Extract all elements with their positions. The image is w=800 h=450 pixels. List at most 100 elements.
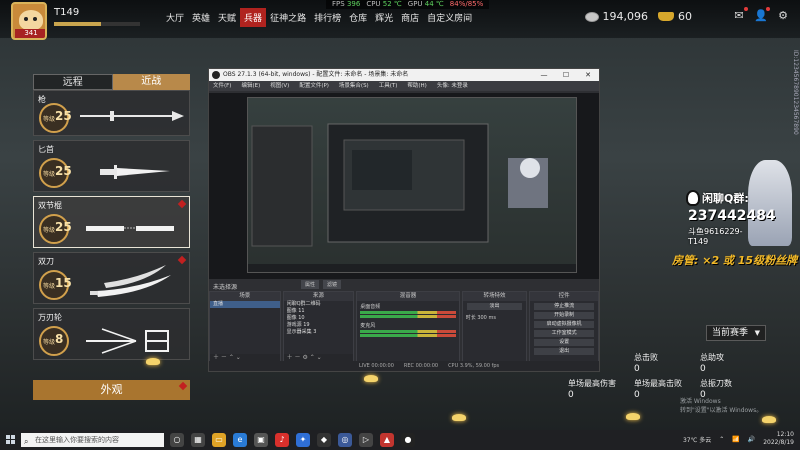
season-dropdown[interactable]: 当前赛季 ▼ (706, 325, 766, 341)
obs-menu-item[interactable]: 文件(F) (213, 81, 231, 91)
taskbar-search-input[interactable]: ⌕ 在这里输入你要搜索的内容 (21, 433, 164, 447)
obs-titlebar: OBS 27.1.3 (64-bit, windows) - 配置文件: 未命名… (209, 69, 599, 81)
settings-icon[interactable]: ⚙ (776, 9, 790, 23)
source-list: 闲聊Q群二维码 图像 11 图像 10 游戏源 19 显示器采集 3 (284, 301, 354, 336)
weapon-name: 枪 (38, 95, 46, 104)
chat-app-icon[interactable]: ✦ (296, 433, 310, 447)
appearance-button[interactable]: 外观 (33, 380, 190, 400)
tray-expand-icon[interactable]: ⌃ (719, 436, 724, 443)
source-item[interactable]: 显示器采集 3 (284, 329, 354, 336)
obs-menu-item[interactable]: 配置文件(P) (299, 81, 329, 91)
tab-ranged[interactable]: 远程 (33, 74, 113, 90)
obs-logo-icon (212, 71, 220, 79)
mail-icon[interactable]: ✉ (732, 7, 748, 23)
weapon-type-tabs: 远程 近战 (33, 74, 190, 90)
source-toolbar: 属性 滤镜 (301, 280, 342, 289)
weapon-name: 万刃轮 (38, 313, 62, 322)
stat-single-damage: 单场最高伤害 0 (568, 379, 616, 400)
weapon-card-blade-wheel[interactable]: 万刃轮 等级 8 (33, 308, 190, 360)
windows-start-icon[interactable] (6, 435, 16, 445)
nav-item[interactable]: 辉光 (371, 8, 397, 27)
media-app-icon[interactable]: ▷ (359, 433, 373, 447)
file-explorer-icon[interactable]: ▭ (212, 433, 226, 447)
weather-widget[interactable]: 37℃ 多云 (683, 435, 711, 444)
obs-control-button[interactable]: 开始录制 (534, 312, 594, 319)
filters-button[interactable]: 滤镜 (323, 280, 342, 289)
minimize-button[interactable]: — (533, 69, 555, 81)
widgets-icon[interactable]: ▦ (191, 433, 205, 447)
game-app-icon[interactable]: ▲ (380, 433, 394, 447)
weapon-level-badge: 等级 25 (39, 158, 72, 188)
lotus-lantern-icon (364, 375, 378, 382)
scene-item[interactable]: 直播 (210, 301, 280, 308)
experience-bar (54, 22, 140, 26)
obs-menu-item[interactable]: 编辑(E) (241, 81, 260, 91)
chevron-down-icon: ▼ (754, 329, 760, 337)
blade-wheel-icon (86, 328, 169, 354)
nav-item[interactable]: 征神之路 (266, 8, 310, 27)
season-stats: 总击败 0 总助攻 0 单场最高伤害 0 单场最高击败 0 总振刀数 0 (560, 352, 760, 402)
weapon-list: 枪 等级 25 匕首 等级 25 双节棍 等级 25 双刀 等级 15 万刃轮 … (33, 90, 190, 364)
obs-menu-item[interactable]: 工具(T) (379, 81, 398, 91)
close-button[interactable]: ✕ (577, 69, 599, 81)
top-bar: 341 T149 大厅 英雄 天赋 兵器 征神之路 排行榜 仓库 辉光 商店 自定义房间 FPS … (0, 0, 800, 40)
obs-control-button[interactable]: 工作室模式 (534, 330, 594, 337)
nav-item[interactable]: 英雄 (188, 8, 214, 27)
netease-music-icon[interactable]: ♪ (275, 433, 289, 447)
stat-single-kills: 单场最高击败 0 (634, 379, 682, 400)
mixer-channel[interactable]: 桌面音频 (357, 301, 458, 320)
nav-item[interactable]: 天赋 (214, 8, 240, 27)
source-item[interactable]: 图像 10 (284, 315, 354, 322)
weapon-level-badge: 等级 25 (39, 214, 72, 244)
weapon-card-dagger[interactable]: 匕首 等级 25 (33, 140, 190, 192)
obs-menu-item[interactable]: 场景集合(S) (339, 81, 369, 91)
game-launcher-icon[interactable]: ◆ (317, 433, 331, 447)
obs-menu-item[interactable]: 视图(V) (270, 81, 289, 91)
dagger-icon (100, 165, 170, 179)
weapon-name: 双刀 (38, 257, 54, 266)
nav-item[interactable]: 大厅 (162, 8, 188, 27)
task-view-icon[interactable]: ○ (170, 433, 184, 447)
mixer-channel[interactable]: 麦克风 (357, 320, 458, 339)
weapon-card-nunchaku[interactable]: 双节棍 等级 25 (33, 196, 190, 248)
nav-item[interactable]: 仓库 (345, 8, 371, 27)
nav-item[interactable]: 商店 (397, 8, 423, 27)
player-avatar[interactable]: 341 (11, 2, 47, 40)
obs-control-button[interactable]: 启动虚拟摄像机 (534, 321, 594, 328)
obs-menu-item[interactable]: 帮助(H) (407, 81, 426, 91)
weapon-card-spear[interactable]: 枪 等级 25 (33, 90, 190, 136)
source-item[interactable]: 游戏源 19 (284, 322, 354, 329)
ingot-icon (658, 12, 674, 21)
weapon-card-dual-blades[interactable]: 双刀 等级 15 (33, 252, 190, 304)
properties-button[interactable]: 属性 (301, 280, 320, 289)
weapon-level-badge: 等级 25 (39, 103, 72, 133)
volume-icon[interactable]: 🔊 (748, 436, 755, 443)
maximize-button[interactable]: ☐ (555, 69, 577, 81)
preview-canvas (247, 97, 577, 273)
player-level-badge: 341 (15, 29, 45, 38)
source-item[interactable]: 闲聊Q群二维码 (284, 301, 354, 308)
friends-icon[interactable]: 👤 (754, 7, 770, 23)
nav-item[interactable]: 自定义房间 (423, 8, 476, 27)
obs-control-button[interactable]: 设置 (534, 339, 594, 346)
obs-menubar: 文件(F) 编辑(E) 视图(V) 配置文件(P) 场景集合(S) 工具(T) 帮助(H) 头… (209, 81, 599, 91)
transition-select[interactable]: 淡出 (466, 303, 523, 310)
dual-blades-icon (90, 265, 171, 297)
taskbar-clock[interactable]: 12:10 2022/8/19 (763, 431, 794, 447)
store-icon[interactable]: ▣ (254, 433, 268, 447)
performance-overlay: FPS 396 CPU 52 ℃ GPU 44 ℃ 84%/85% (326, 0, 490, 9)
source-item[interactable]: 图像 11 (284, 308, 354, 315)
player-name: T149 (54, 7, 80, 18)
edge-browser-icon[interactable]: e (233, 433, 247, 447)
obs-menu-item[interactable]: 头像: 未登录 (437, 81, 468, 91)
nav-item[interactable]: 兵器 (240, 8, 267, 27)
nav-item[interactable]: 排行榜 (310, 8, 345, 27)
transition-duration[interactable]: 时长 300 ms (463, 312, 527, 323)
obs-taskbar-icon[interactable]: ● (401, 433, 415, 447)
steam-icon[interactable]: ◎ (338, 433, 352, 447)
obs-control-button[interactable]: 停止推流 (534, 303, 594, 310)
spear-icon (80, 111, 184, 121)
tab-melee[interactable]: 近战 (112, 74, 190, 90)
network-icon[interactable]: 📶 (732, 436, 739, 443)
nested-preview-icon (248, 123, 576, 272)
